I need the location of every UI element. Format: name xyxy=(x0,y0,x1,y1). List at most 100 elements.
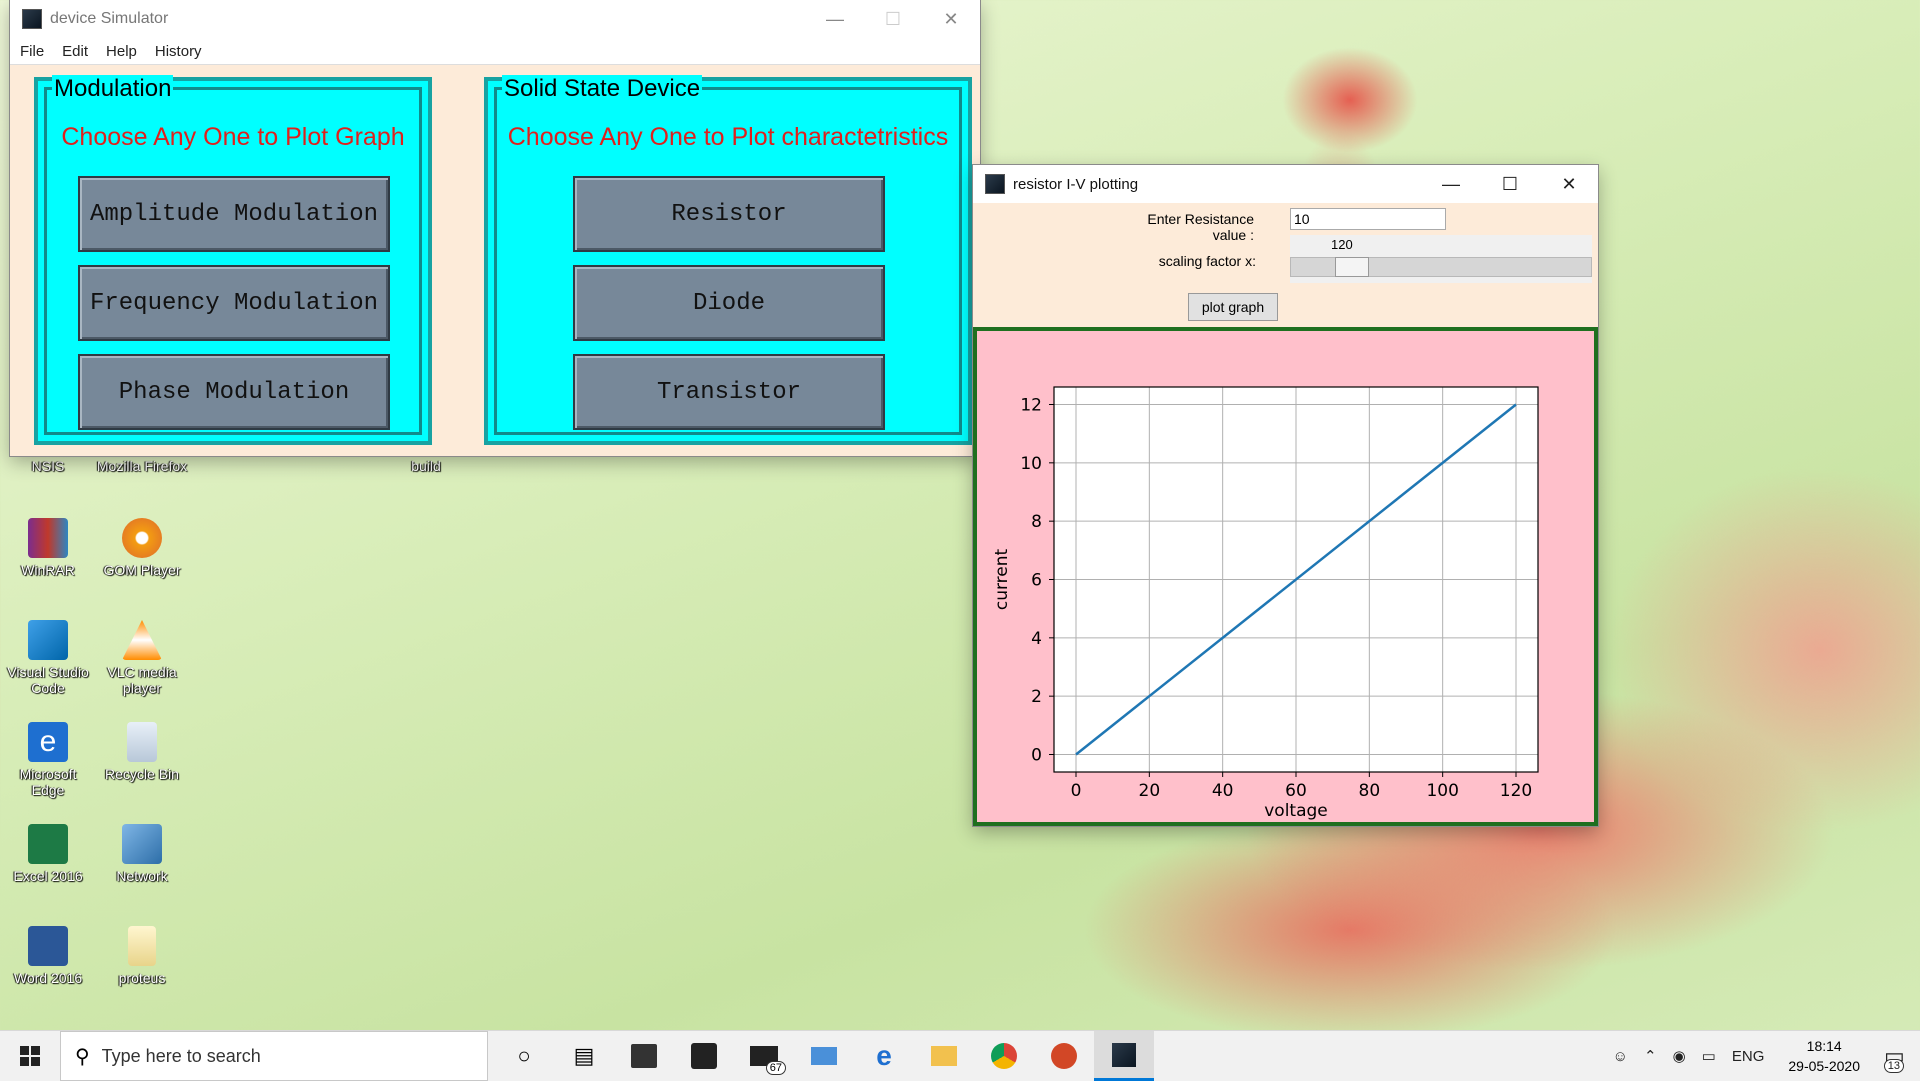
shield-icon[interactable] xyxy=(674,1031,734,1081)
python-app-icon[interactable] xyxy=(1094,1031,1154,1081)
desktop-icon-excel[interactable]: Excel 2016 xyxy=(2,824,94,884)
folder-icon xyxy=(128,926,156,966)
desktop-icon-label: Visual Studio Code xyxy=(7,664,89,696)
menu-bar: File Edit Help History xyxy=(10,38,980,65)
desktop-icon-label: Network xyxy=(116,868,168,884)
desktop-icon-label: Recycle Bin xyxy=(105,766,179,782)
mail-icon[interactable]: 67 xyxy=(734,1031,794,1081)
clock[interactable]: 18:14 29-05-2020 xyxy=(1788,1036,1860,1076)
desktop-icon-label: build xyxy=(411,458,441,474)
start-button[interactable] xyxy=(0,1031,60,1081)
device-simulator-window: device Simulator — ☐ ✕ File Edit Help Hi… xyxy=(10,0,980,456)
language-indicator[interactable]: ENG xyxy=(1732,1048,1765,1065)
mail-badge: 67 xyxy=(765,1061,786,1075)
desktop-icon-build[interactable]: build xyxy=(380,458,472,474)
solid-state-subtitle: Choose Any One to Plot charactetristics xyxy=(507,123,949,151)
desktop-icon-firefox[interactable]: Mozilla Firefox xyxy=(96,458,188,474)
desktop-icon-vscode[interactable]: Visual Studio Code xyxy=(2,620,94,696)
iv-chart: 0 20 40 60 80 100 120 0 2 4 6 8 10 12 voltage current xyxy=(992,386,1539,821)
laptop-icon[interactable] xyxy=(794,1031,854,1081)
close-button[interactable]: ✕ xyxy=(922,0,980,38)
excel-icon xyxy=(28,824,68,864)
close-button[interactable]: ✕ xyxy=(1540,165,1598,203)
network-tray-icon[interactable]: ◉ xyxy=(1673,1047,1686,1065)
desktop-icon-winrar[interactable]: WinRAR xyxy=(2,518,94,578)
frequency-modulation-button[interactable]: Frequency Modulation xyxy=(78,265,390,341)
edge-icon: e xyxy=(28,722,68,762)
search-box[interactable]: ⚲ Type here to search xyxy=(60,1031,488,1081)
file-explorer-icon[interactable] xyxy=(914,1031,974,1081)
phase-modulation-button[interactable]: Phase Modulation xyxy=(78,354,390,430)
cortana-icon[interactable]: ○ xyxy=(494,1031,554,1081)
desktop-icon-label: Mozilla Firefox xyxy=(96,458,188,474)
minimize-button[interactable]: — xyxy=(1422,165,1480,203)
maximize-button[interactable]: ☐ xyxy=(864,0,922,38)
desktop-icon-label: Word 2016 xyxy=(13,970,83,986)
menu-help[interactable]: Help xyxy=(106,43,137,60)
x-tick-label: 0 xyxy=(1071,781,1082,801)
desktop-icon-label: GOM Player xyxy=(103,562,181,578)
amplitude-modulation-button[interactable]: Amplitude Modulation xyxy=(78,176,390,252)
desktop-icon-network[interactable]: Network xyxy=(96,824,188,884)
windows-icon xyxy=(20,1046,40,1066)
y-axis-label: current xyxy=(992,549,1012,611)
chevron-up-icon[interactable]: ⌃ xyxy=(1644,1047,1657,1065)
menu-file[interactable]: File xyxy=(20,43,44,60)
search-icon: ⚲ xyxy=(75,1045,90,1068)
store-icon[interactable] xyxy=(614,1031,674,1081)
battery-icon[interactable]: ▭ xyxy=(1702,1047,1716,1065)
desktop-icon-gom[interactable]: GOM Player xyxy=(96,518,188,578)
scaling-value: 120 xyxy=(1331,237,1353,252)
minimize-button[interactable]: — xyxy=(806,0,864,38)
app-icon xyxy=(22,9,42,29)
resistor-button[interactable]: Resistor xyxy=(573,176,885,252)
gom-player-icon xyxy=(122,518,162,558)
vscode-icon xyxy=(28,620,68,660)
chrome-icon[interactable] xyxy=(974,1031,1034,1081)
resistor-plot-window: resistor I-V plotting — ☐ ✕ Enter Resist… xyxy=(973,165,1598,826)
task-view-icon[interactable]: ▤ xyxy=(554,1031,614,1081)
maximize-button[interactable]: ☐ xyxy=(1481,165,1539,203)
desktop-icon-word[interactable]: Word 2016 xyxy=(2,926,94,986)
modulation-group: Modulation Choose Any One to Plot Graph … xyxy=(34,75,432,445)
desktop-icon-label: VLC media player xyxy=(107,664,177,696)
title-bar: device Simulator — ☐ ✕ xyxy=(10,0,980,38)
y-tick-label: 12 xyxy=(1020,396,1042,416)
y-tick-label: 4 xyxy=(1031,629,1042,649)
window-title: resistor I-V plotting xyxy=(1013,175,1139,193)
desktop-icon-nsis[interactable]: NSIS xyxy=(2,458,94,474)
notification-button[interactable]: ▭ 13 xyxy=(1876,1043,1906,1073)
edge-taskbar-icon[interactable]: e xyxy=(854,1031,914,1081)
x-tick-label: 60 xyxy=(1285,781,1307,801)
slider-handle[interactable] xyxy=(1335,257,1370,277)
scaling-slider[interactable]: 120 xyxy=(1290,235,1592,283)
desktop-icon-proteus[interactable]: proteus xyxy=(96,926,188,986)
winrar-icon xyxy=(28,518,68,558)
x-tick-label: 100 xyxy=(1426,781,1458,801)
x-axis-label: voltage xyxy=(1264,801,1328,821)
window-title: device Simulator xyxy=(50,10,169,27)
network-icon xyxy=(122,824,162,864)
menu-edit[interactable]: Edit xyxy=(62,43,88,60)
y-tick-label: 6 xyxy=(1031,571,1042,591)
transistor-button[interactable]: Transistor xyxy=(573,354,885,430)
powerpoint-icon[interactable] xyxy=(1034,1031,1094,1081)
desktop-icon-recycle-bin[interactable]: Recycle Bin xyxy=(96,722,188,782)
desktop-icon-label: proteus xyxy=(118,970,166,986)
diode-button[interactable]: Diode xyxy=(573,265,885,341)
plot-graph-button[interactable]: plot graph xyxy=(1188,293,1278,321)
taskbar: ⚲ Type here to search ○ ▤ 67 e ☺ ⌃ ◉ ▭ E… xyxy=(0,1030,1920,1081)
people-icon[interactable]: ☺ xyxy=(1613,1048,1628,1065)
vlc-icon xyxy=(122,620,162,660)
desktop-icon-vlc[interactable]: VLC media player xyxy=(96,620,188,696)
y-tick-label: 2 xyxy=(1031,687,1042,707)
menu-history[interactable]: History xyxy=(155,43,202,60)
scaling-factor-label: scaling factor x: xyxy=(1158,253,1256,269)
desktop-icon-edge[interactable]: e Microsoft Edge xyxy=(2,722,94,798)
word-icon xyxy=(28,926,68,966)
system-tray: ☺ ⌃ ◉ ▭ ENG 18:14 29-05-2020 ▭ 13 xyxy=(1605,1031,1920,1081)
notification-count: 13 xyxy=(1883,1059,1904,1073)
resistance-input[interactable] xyxy=(1290,208,1446,230)
solid-state-title: Solid State Device xyxy=(502,75,703,103)
y-tick-label: 8 xyxy=(1031,512,1042,532)
